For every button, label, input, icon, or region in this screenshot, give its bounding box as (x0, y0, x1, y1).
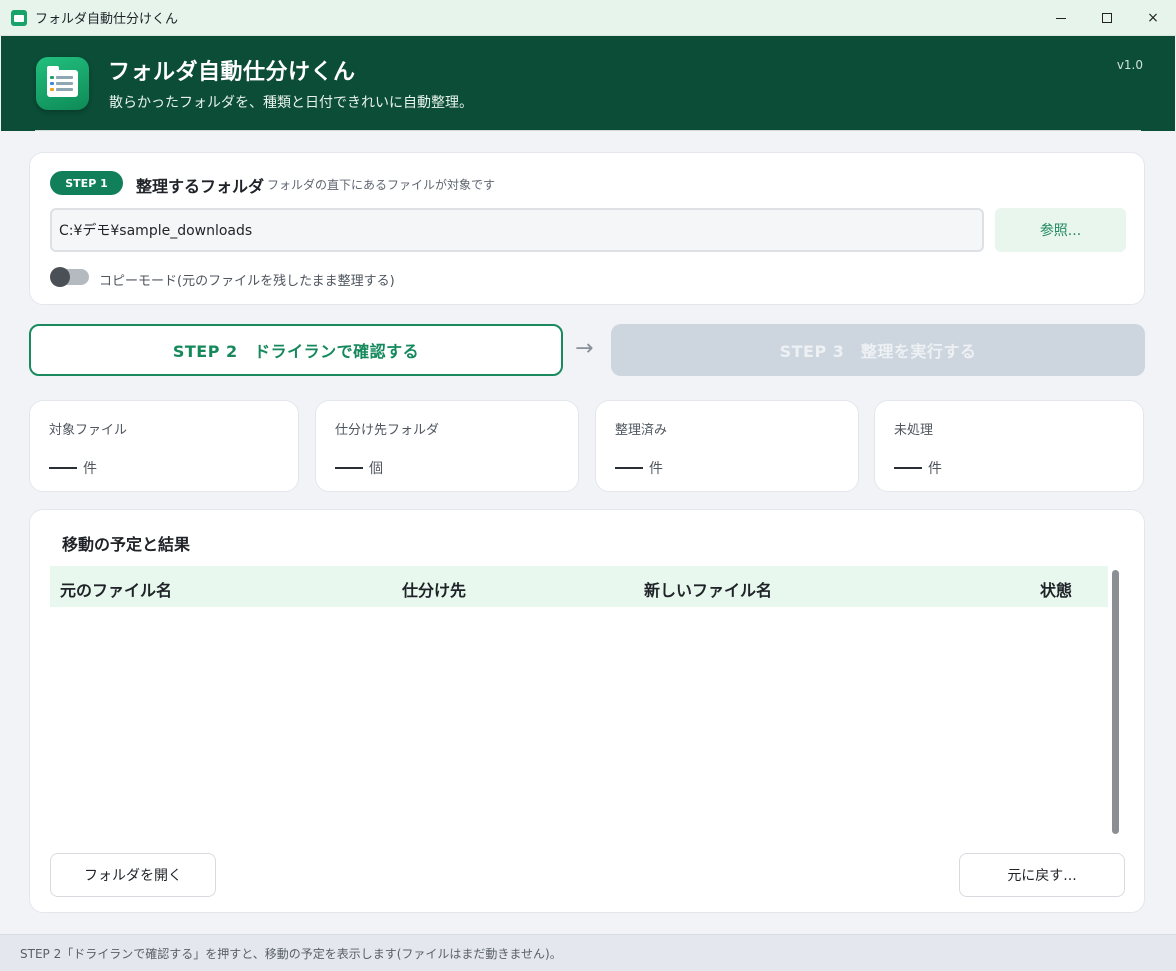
column-header-destination[interactable]: 仕分け先 (402, 577, 466, 601)
empty-value-dash (894, 467, 922, 469)
copy-mode-label: コピーモード(元のファイルを残したまま整理する) (99, 274, 395, 289)
stat-label: 対象ファイル (49, 423, 128, 438)
stat-label: 整理済み (615, 423, 668, 438)
stat-unit: 件 (83, 461, 97, 477)
stat-value: 件 (615, 458, 663, 478)
empty-value-dash (49, 467, 77, 469)
stat-dest-folders: 仕分け先フォルダ 個 (315, 400, 579, 492)
empty-value-dash (615, 467, 643, 469)
app-header: フォルダ自動仕分けくん 散らかったフォルダを、種類と日付できれいに自動整理。 v… (1, 36, 1175, 131)
window-title: フォルダ自動仕分けくん (35, 12, 179, 27)
status-text: STEP 2「ドライランで確認する」を押すと、移動の予定を表示します(ファイルは… (20, 947, 562, 961)
folder-path-input[interactable] (50, 208, 984, 252)
results-title: 移動の予定と結果 (62, 535, 191, 554)
step1-card: STEP 1 整理するフォルダ フォルダの直下にあるファイルが対象です 参照..… (29, 152, 1145, 305)
stat-value: 件 (49, 458, 97, 478)
maximize-icon (1102, 13, 1112, 23)
step1-description: フォルダの直下にあるファイルが対象です (267, 178, 496, 192)
undo-button[interactable]: 元に戻す... (959, 853, 1125, 897)
stat-unit: 件 (649, 461, 663, 477)
app-title: フォルダ自動仕分けくん (108, 60, 356, 85)
header-divider (35, 130, 1141, 131)
window-controls: × (1038, 0, 1176, 36)
execute-button[interactable]: STEP 3 整理を実行する (611, 324, 1145, 376)
empty-value-dash (335, 467, 363, 469)
stat-value: 個 (335, 458, 383, 478)
browse-button[interactable]: 参照... (995, 208, 1126, 252)
results-table-header: 元のファイル名 仕分け先 新しいファイル名 状態 (50, 566, 1108, 607)
folder-list-icon (36, 57, 89, 110)
close-button[interactable]: × (1130, 0, 1176, 36)
title-bar: フォルダ自動仕分けくん × (0, 0, 1176, 36)
stat-organized: 整理済み 件 (595, 400, 859, 492)
minimize-icon (1056, 17, 1066, 19)
column-header-status[interactable]: 状態 (1040, 577, 1072, 601)
version-label: v1.0 (1116, 58, 1143, 72)
status-bar: STEP 2「ドライランで確認する」を押すと、移動の予定を表示します(ファイルは… (0, 934, 1176, 971)
results-card: 移動の予定と結果 元のファイル名 仕分け先 新しいファイル名 状態 フォルダを開… (29, 509, 1145, 913)
stat-unit: 個 (369, 461, 383, 477)
stat-label: 仕分け先フォルダ (335, 423, 440, 438)
dry-run-button[interactable]: STEP 2 ドライランで確認する (29, 324, 563, 376)
app-folder-icon (11, 9, 27, 26)
column-header-original-name[interactable]: 元のファイル名 (60, 577, 172, 601)
results-scrollbar[interactable] (1112, 570, 1119, 834)
close-icon: × (1147, 10, 1159, 26)
step1-title: 整理するフォルダ (136, 177, 265, 196)
stat-label: 未処理 (894, 423, 934, 438)
maximize-button[interactable] (1084, 0, 1130, 36)
stat-target-files: 対象ファイル 件 (29, 400, 299, 492)
stat-unit: 件 (928, 461, 942, 477)
stat-value: 件 (894, 458, 942, 478)
minimize-button[interactable] (1038, 0, 1084, 36)
stat-unprocessed: 未処理 件 (874, 400, 1144, 492)
copy-mode-toggle[interactable] (50, 267, 89, 287)
arrow-right-icon: → (575, 336, 594, 361)
step1-badge: STEP 1 (50, 171, 123, 195)
app-subtitle: 散らかったフォルダを、種類と日付できれいに自動整理。 (109, 95, 473, 111)
open-folder-button[interactable]: フォルダを開く (50, 853, 216, 897)
toggle-knob (50, 267, 70, 287)
column-header-new-name[interactable]: 新しいファイル名 (644, 577, 772, 601)
